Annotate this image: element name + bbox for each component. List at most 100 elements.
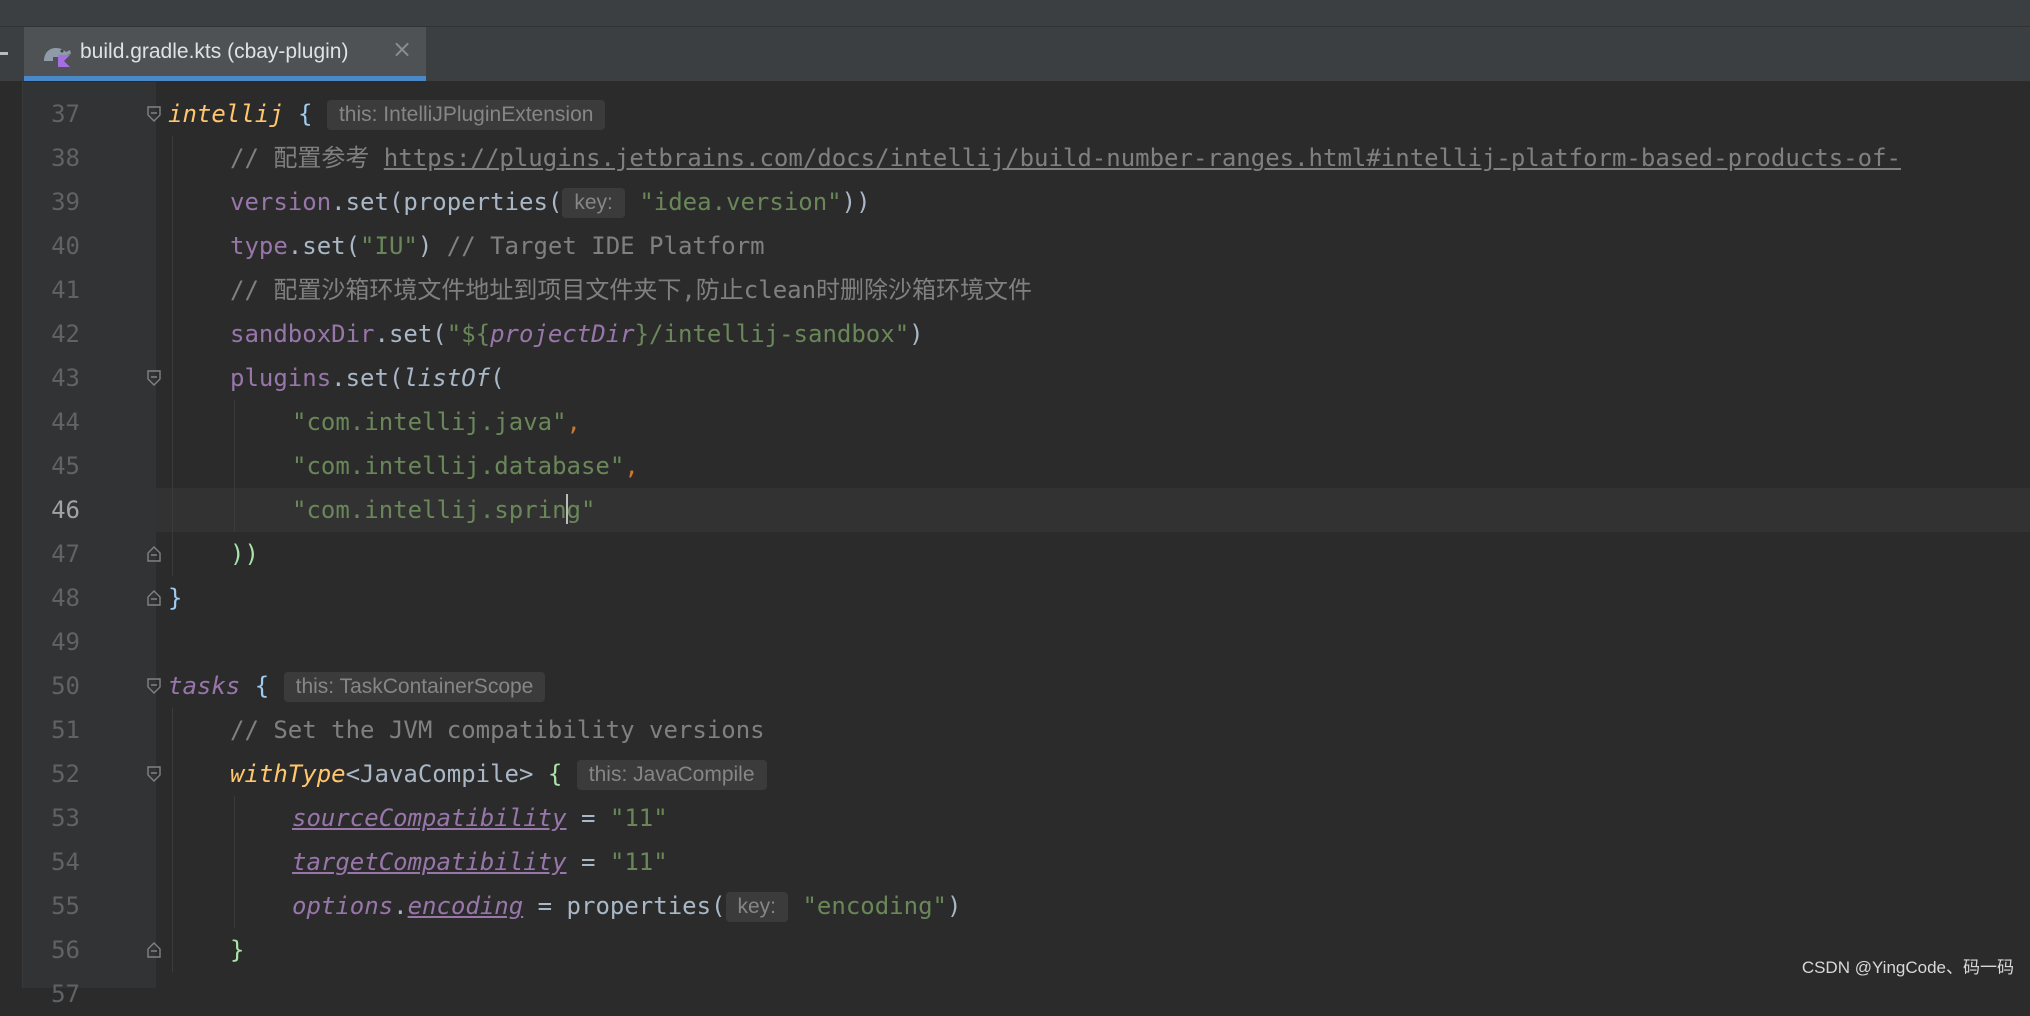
close-icon[interactable]: × bbox=[392, 37, 412, 61]
line-number: 46 bbox=[51, 496, 80, 524]
code-token: tasks bbox=[168, 672, 241, 700]
code-token: = properties( bbox=[523, 892, 726, 920]
code-line[interactable]: intellij { this: IntelliJPluginExtension bbox=[156, 92, 2030, 136]
code-token: targetCompatibility bbox=[292, 848, 567, 876]
line-number: 53 bbox=[51, 804, 80, 832]
code-token: intellij bbox=[168, 100, 284, 128]
code-line[interactable]: // 配置沙箱环境文件地址到项目文件夹下,防止clean时删除沙箱环境文件 bbox=[156, 268, 2030, 312]
code-line[interactable]: plugins.set(listOf( bbox=[156, 356, 2030, 400]
line-number: 37 bbox=[51, 100, 80, 128]
code-token: }/intellij-sandbox" bbox=[634, 320, 910, 348]
line-number: 42 bbox=[51, 320, 80, 348]
code-token: "IU" bbox=[360, 232, 418, 260]
code-token: "com.intellij.java" bbox=[292, 408, 567, 436]
editor-tab-build-gradle[interactable]: build.gradle.kts (cbay-plugin) × bbox=[24, 27, 426, 81]
code-token: https://plugins.jetbrains.com/docs/intel… bbox=[383, 144, 1901, 172]
code-line[interactable] bbox=[156, 620, 2030, 664]
inlay-hint: this: JavaCompile bbox=[576, 760, 767, 790]
code-line[interactable]: "com.intellij.database", bbox=[156, 444, 2030, 488]
code-line[interactable] bbox=[156, 972, 2030, 988]
code-line[interactable]: withType<JavaCompile> { this: JavaCompil… bbox=[156, 752, 2030, 796]
code-line[interactable]: sourceCompatibility = "11" bbox=[156, 796, 2030, 840]
code-token: ) bbox=[417, 232, 447, 260]
code-text: "com.intellij.java", bbox=[292, 400, 581, 444]
line-number: 55 bbox=[51, 892, 80, 920]
code-token: "11" bbox=[609, 804, 668, 832]
line-number: 52 bbox=[51, 760, 80, 788]
code-token: g" bbox=[566, 496, 596, 524]
code-text: )) bbox=[230, 532, 259, 576]
code-token: "com.intellij.sprin bbox=[292, 496, 567, 524]
code-line[interactable]: "com.intellij.java", bbox=[156, 400, 2030, 444]
code-token: options bbox=[292, 892, 394, 920]
code-token: )) bbox=[841, 188, 871, 216]
fold-close-icon[interactable] bbox=[146, 590, 162, 606]
code-line[interactable]: targetCompatibility = "11" bbox=[156, 840, 2030, 884]
line-number: 39 bbox=[51, 188, 80, 216]
code-token: projectDir bbox=[490, 320, 635, 348]
line-number: 47 bbox=[51, 540, 80, 568]
code-token: // 配置参考 bbox=[230, 144, 384, 172]
code-line[interactable]: type.set("IU") // Target IDE Platform bbox=[156, 224, 2030, 268]
inlay-hint: key: bbox=[725, 892, 789, 922]
code-token: plugins bbox=[230, 364, 332, 392]
code-text: // Set the JVM compatibility versions bbox=[230, 708, 765, 752]
line-number: 51 bbox=[51, 716, 80, 744]
code-token: <JavaCompile> bbox=[345, 760, 548, 788]
code-text: // 配置沙箱环境文件地址到项目文件夹下,防止clean时删除沙箱环境文件 bbox=[230, 268, 1032, 312]
code-text: // 配置参考 https://plugins.jetbrains.com/do… bbox=[230, 136, 1901, 180]
code-token: ) bbox=[946, 892, 962, 920]
line-number: 57 bbox=[51, 980, 80, 1008]
fold-close-icon[interactable] bbox=[146, 546, 162, 562]
code-token: "${ bbox=[446, 320, 491, 348]
code-line[interactable]: tasks { this: TaskContainerScope bbox=[156, 664, 2030, 708]
code-token: "11" bbox=[609, 848, 668, 876]
code-token: ( bbox=[490, 364, 505, 392]
code-token: // Set the JVM compatibility versions bbox=[230, 716, 765, 744]
code-line[interactable]: sandboxDir.set("${projectDir}/intellij-s… bbox=[156, 312, 2030, 356]
fold-open-icon[interactable] bbox=[146, 766, 162, 782]
code-token: = bbox=[566, 848, 610, 876]
line-number: 50 bbox=[51, 672, 80, 700]
code-editor[interactable]: intellij { this: IntelliJPluginExtension… bbox=[156, 82, 2030, 988]
watermark: CSDN @YingCode、码一码 bbox=[1801, 958, 2014, 977]
code-token: { bbox=[298, 100, 313, 128]
code-token: "idea.version" bbox=[639, 188, 842, 216]
code-token: . bbox=[393, 892, 408, 920]
line-number: 54 bbox=[51, 848, 80, 876]
code-line[interactable]: // 配置参考 https://plugins.jetbrains.com/do… bbox=[156, 136, 2030, 180]
code-line[interactable]: version.set(properties(key: "idea.versio… bbox=[156, 180, 2030, 224]
code-line[interactable]: } bbox=[156, 928, 2030, 972]
code-text: sourceCompatibility = "11" bbox=[292, 796, 668, 840]
line-number: 56 bbox=[51, 936, 80, 964]
line-number: 48 bbox=[51, 584, 80, 612]
fold-open-icon[interactable] bbox=[146, 370, 162, 386]
code-text: } bbox=[230, 928, 244, 972]
code-line[interactable]: options.encoding = properties(key: "enco… bbox=[156, 884, 2030, 928]
code-line[interactable]: // Set the JVM compatibility versions bbox=[156, 708, 2030, 752]
indent-guide bbox=[172, 136, 173, 576]
fold-close-icon[interactable] bbox=[146, 942, 162, 958]
code-token: type bbox=[230, 232, 288, 260]
code-line[interactable]: } bbox=[156, 576, 2030, 620]
indent-guide bbox=[234, 400, 235, 532]
inlay-hint: this: TaskContainerScope bbox=[283, 672, 546, 702]
fold-open-icon[interactable] bbox=[146, 106, 162, 122]
code-token: .set( bbox=[331, 364, 404, 392]
code-line[interactable]: "com.intellij.spring" bbox=[156, 488, 2030, 532]
tab-bar-collapse-handle[interactable] bbox=[0, 52, 8, 55]
code-token: , bbox=[624, 452, 639, 480]
code-token: // Target IDE Platform bbox=[446, 232, 765, 260]
fold-open-icon[interactable] bbox=[146, 678, 162, 694]
line-number: 41 bbox=[51, 276, 80, 304]
tab-title: build.gradle.kts (cbay-plugin) bbox=[80, 40, 349, 63]
code-line[interactable]: )) bbox=[156, 532, 2030, 576]
code-token: ) bbox=[909, 320, 924, 348]
line-number: 38 bbox=[51, 144, 80, 172]
code-token: { bbox=[547, 760, 563, 788]
code-text: sandboxDir.set("${projectDir}/intellij-s… bbox=[230, 312, 924, 356]
